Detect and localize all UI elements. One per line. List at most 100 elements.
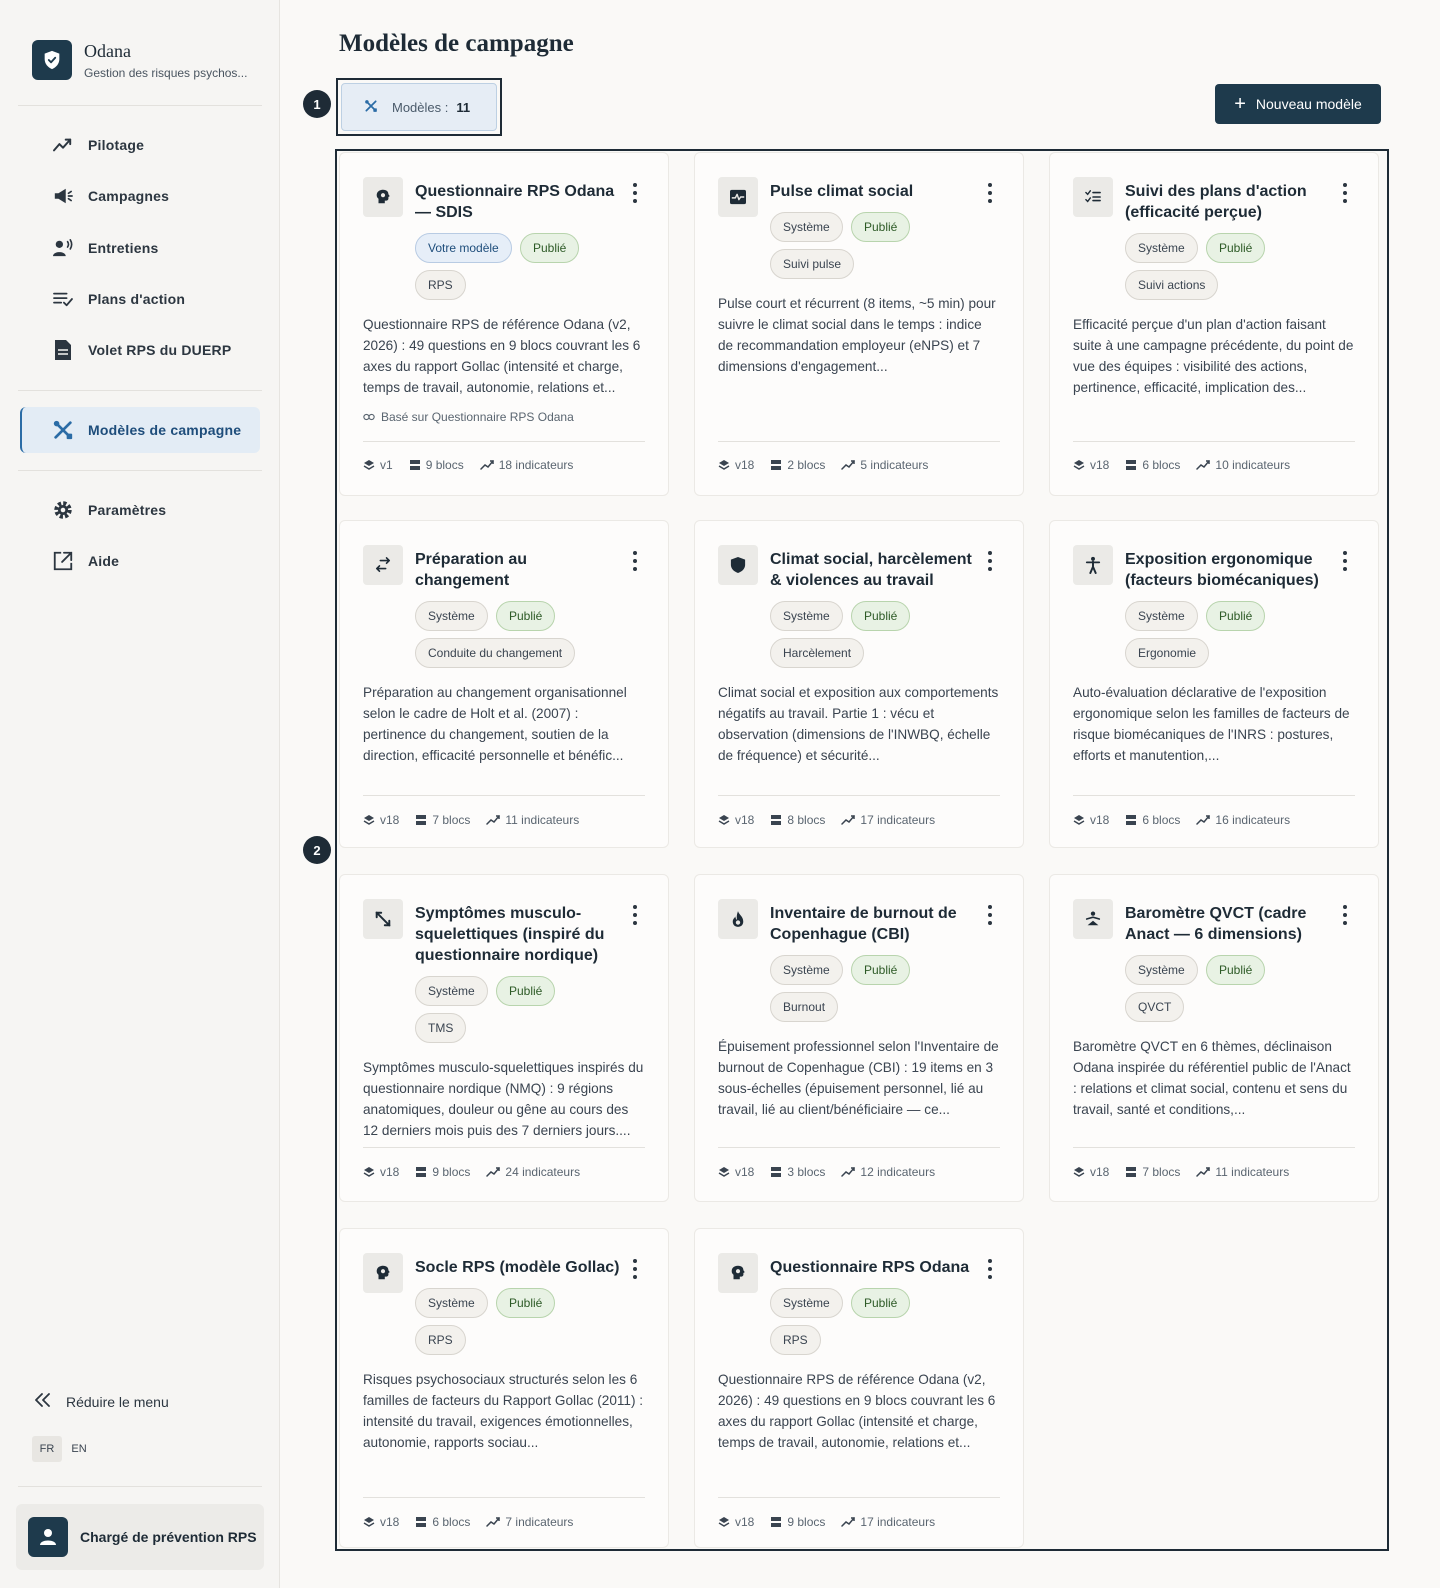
double-chevron-left-icon [34, 1392, 52, 1411]
card-meta: v18 7 blocs 11 indicateurs [363, 813, 595, 827]
category-badge: QVCT [1125, 992, 1185, 1022]
new-model-button[interactable]: + Nouveau modèle [1215, 84, 1381, 124]
user-card[interactable]: Chargé de prévention RPS [16, 1504, 264, 1570]
more-options-icon[interactable] [632, 905, 638, 925]
card-description: Symptômes musculo-squelettiques inspirés… [363, 1060, 644, 1138]
indicators-count-text: 12 indicateurs [860, 1165, 936, 1179]
version: v18 [363, 1165, 399, 1179]
lang-en-button[interactable]: EN [64, 1436, 94, 1462]
status-badge: Publié [851, 212, 911, 242]
card-title[interactable]: Climat social, harcèlement & violences a… [770, 549, 980, 591]
model-card[interactable]: Inventaire de burnout de Copenhague (CBI… [694, 874, 1024, 1202]
nav-item-volet-rps[interactable]: Volet RPS du DUERP [20, 327, 260, 373]
card-meta: v18 9 blocs 17 indicateurs [718, 1515, 951, 1529]
count-value: 11 [456, 99, 471, 115]
indicators-count: 10 indicateurs [1196, 458, 1290, 472]
model-card[interactable]: Climat social, harcèlement & violences a… [694, 520, 1024, 848]
model-card[interactable]: Pulse climat social Système Publié Suivi pu… [694, 152, 1024, 496]
more-options-icon[interactable] [632, 1259, 638, 1279]
indicators-count-text: 16 indicateurs [1215, 813, 1291, 827]
nav-label: Entretiens [88, 240, 159, 256]
nav-item-aide[interactable]: Aide [20, 538, 260, 584]
card-title[interactable]: Préparation au changement [415, 549, 625, 591]
model-card[interactable]: Exposition ergonomique (facteurs bioméca… [1049, 520, 1379, 848]
type-badge: Système [770, 212, 843, 242]
blocks-count: 8 blocs [770, 813, 825, 827]
model-card[interactable]: Questionnaire RPS Odana Système Publié RPS Q… [694, 1228, 1024, 1548]
card-title[interactable]: Symptômes musculo-squelettiques (inspiré… [415, 903, 625, 966]
card-title[interactable]: Baromètre QVCT (cadre Anact — 6 dimensio… [1125, 903, 1335, 945]
indicators-count: 24 indicateurs [486, 1165, 580, 1179]
layers-icon [718, 1517, 730, 1527]
blocks-count: 9 blocs [409, 458, 464, 472]
more-options-icon[interactable] [632, 551, 638, 571]
brand[interactable]: Odana Gestion des risques psychos... [32, 40, 247, 80]
blocks-count-text: 7 blocs [432, 813, 471, 827]
model-card[interactable]: Socle RPS (modèle Gollac) Système Publié RP… [339, 1228, 669, 1548]
divider [363, 1147, 645, 1148]
card-title[interactable]: Questionnaire RPS Odana [770, 1257, 980, 1278]
blocks-count-text: 2 blocs [787, 458, 826, 472]
model-card[interactable]: Symptômes musculo-squelettiques (inspiré… [339, 874, 669, 1202]
indicators-count-text: 11 indicateurs [505, 813, 580, 827]
more-options-icon[interactable] [987, 183, 993, 203]
category-badge: Conduite du changement [415, 638, 576, 668]
layers-icon [363, 1517, 375, 1527]
more-options-icon[interactable] [1342, 905, 1348, 925]
more-options-icon[interactable] [987, 1259, 993, 1279]
more-options-icon[interactable] [632, 183, 638, 203]
blocks-count: 7 blocs [1125, 1165, 1180, 1179]
card-title[interactable]: Exposition ergonomique (facteurs bioméca… [1125, 549, 1335, 591]
model-card[interactable]: Questionnaire RPS Odana — SDIS Votre modè… [339, 152, 669, 496]
trend-icon [52, 134, 74, 156]
tools-icon [364, 99, 378, 116]
model-card[interactable]: Suivi des plans d'action (efficacité per… [1049, 152, 1379, 496]
nav-item-pilotage[interactable]: Pilotage [20, 122, 260, 168]
nav-item-entretiens[interactable]: Entretiens [20, 225, 260, 271]
model-card[interactable]: Préparation au changement Système Publié Co… [339, 520, 669, 848]
nav-item-campagnes[interactable]: Campagnes [20, 173, 260, 219]
divider [18, 1486, 262, 1487]
nav-label: Pilotage [88, 137, 145, 153]
divider [363, 441, 645, 442]
based-on-text: Basé sur Questionnaire RPS Odana [381, 410, 574, 424]
more-options-icon[interactable] [1342, 551, 1348, 571]
category-badge: Ergonomie [1125, 638, 1210, 668]
card-title[interactable]: Suivi des plans d'action (efficacité per… [1125, 181, 1335, 223]
indicators-count-text: 18 indicateurs [498, 458, 574, 472]
document-icon [52, 339, 74, 361]
model-count-filter[interactable]: Modèles : 11 [336, 78, 502, 136]
more-options-icon[interactable] [987, 905, 993, 925]
more-options-icon[interactable] [987, 551, 993, 571]
divider [718, 1497, 1000, 1498]
collapse-menu-button[interactable]: Réduire le menu [34, 1392, 169, 1411]
blocks-icon [1126, 815, 1137, 825]
nav-item-modeles-campagne[interactable]: Modèles de campagne [20, 407, 260, 453]
version-text: v1 [380, 458, 393, 472]
blocks-count-text: 8 blocs [787, 813, 826, 827]
blocks-count: 6 blocs [1125, 458, 1180, 472]
brain-icon [718, 1253, 758, 1293]
pulse-icon [718, 177, 758, 217]
blocks-count-text: 9 blocs [787, 1515, 826, 1529]
model-card[interactable]: Baromètre QVCT (cadre Anact — 6 dimensio… [1049, 874, 1379, 1202]
layers-icon [363, 460, 375, 470]
card-title[interactable]: Socle RPS (modèle Gollac) [415, 1257, 625, 1278]
blocks-icon [1126, 460, 1137, 470]
tools-icon [52, 419, 74, 441]
nav-item-parametres[interactable]: Paramètres [20, 487, 260, 533]
trend-icon [1196, 460, 1211, 470]
card-meta: v18 7 blocs 11 indicateurs [1073, 1165, 1305, 1179]
lang-fr-button[interactable]: FR [32, 1436, 62, 1462]
card-title[interactable]: Inventaire de burnout de Copenhague (CBI… [770, 903, 980, 945]
status-badge: Publié [851, 601, 911, 631]
card-title[interactable]: Questionnaire RPS Odana — SDIS [415, 181, 625, 223]
link-icon [363, 410, 375, 424]
layers-icon [718, 815, 730, 825]
nav-label: Campagnes [88, 188, 170, 204]
card-title[interactable]: Pulse climat social [770, 181, 980, 202]
nav-item-plans-action[interactable]: Plans d'action [20, 276, 260, 322]
status-badge: Publié [1206, 601, 1266, 631]
type-badge: Système [415, 1288, 488, 1318]
more-options-icon[interactable] [1342, 183, 1348, 203]
